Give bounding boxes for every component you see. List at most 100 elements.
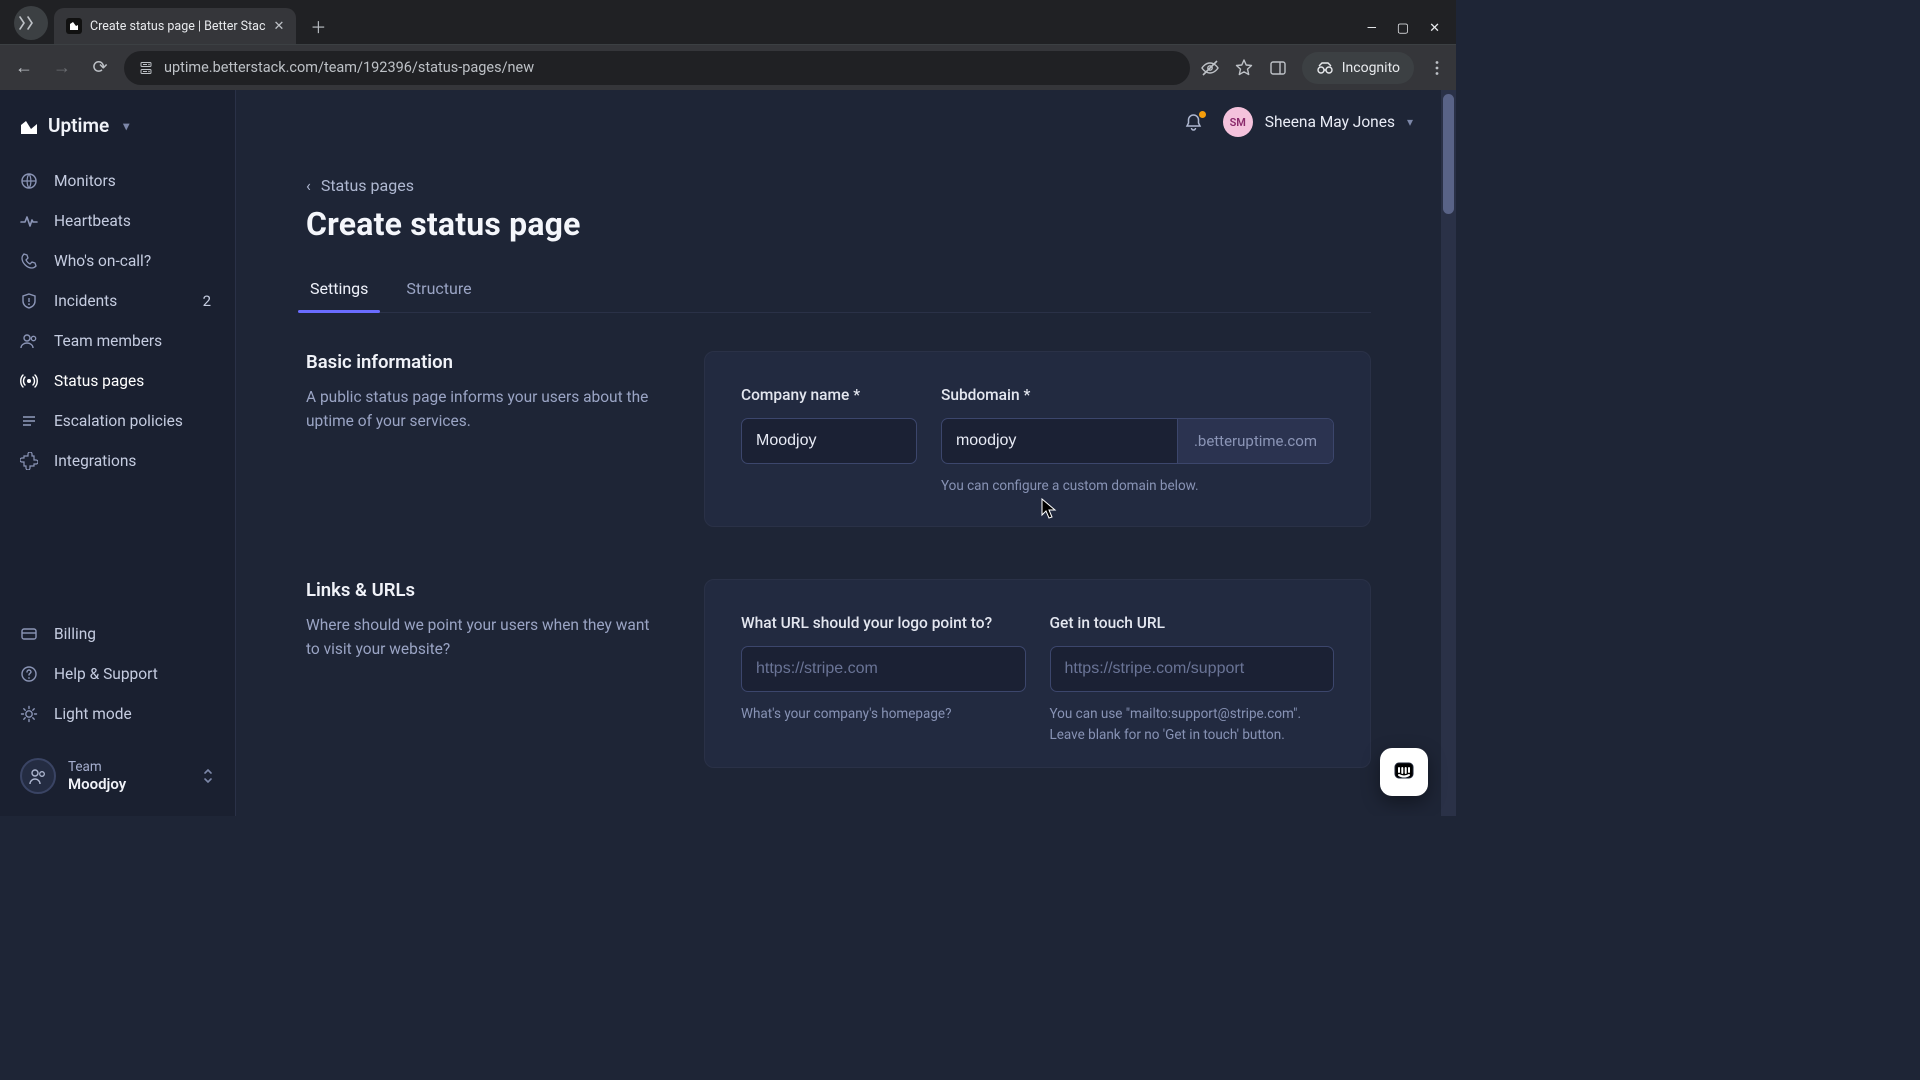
help-icon <box>20 665 40 683</box>
sidebar-item-label: Who's on-call? <box>54 252 151 270</box>
globe-icon <box>20 172 40 190</box>
browser-tab-bar: Create status page | Better Stac ✕ ＋ — ▢… <box>0 0 1456 44</box>
shield-icon <box>20 292 40 310</box>
site-settings-icon[interactable] <box>138 60 154 76</box>
browser-chrome: Create status page | Better Stac ✕ ＋ — ▢… <box>0 0 1456 90</box>
sidebar-item-team-members[interactable]: Team members <box>0 321 235 361</box>
sidebar-item-monitors[interactable]: Monitors <box>0 161 235 201</box>
sidebar-item-on-call[interactable]: Who's on-call? <box>0 241 235 281</box>
breadcrumb-back[interactable]: ‹ Status pages <box>306 176 1371 195</box>
logo-url-hint: What's your company's homepage? <box>741 704 1026 724</box>
tab-close-icon[interactable]: ✕ <box>274 19 285 34</box>
url-field[interactable]: uptime.betterstack.com/team/192396/statu… <box>124 51 1190 85</box>
sidebar-item-label: Escalation policies <box>54 412 183 430</box>
browser-address-bar: ← → ⟳ uptime.betterstack.com/team/192396… <box>0 44 1456 90</box>
chevron-left-icon: ‹ <box>306 176 311 195</box>
scrollbar-thumb[interactable] <box>1443 94 1454 214</box>
nav-back-button[interactable]: ← <box>10 54 38 82</box>
top-bar: SM Sheena May Jones ▾ <box>236 90 1441 154</box>
product-switcher[interactable]: Uptime ▾ <box>0 108 235 161</box>
tab-label: Structure <box>406 279 471 298</box>
section-description: A public status page informs your users … <box>306 385 658 433</box>
nav-reload-button[interactable]: ⟳ <box>86 54 114 82</box>
subdomain-suffix: .betteruptime.com <box>1177 419 1333 463</box>
new-tab-button[interactable]: ＋ <box>304 12 332 40</box>
page-content: ‹ Status pages Create status page Settin… <box>236 154 1441 816</box>
sidebar-item-label: Help & Support <box>54 665 158 683</box>
section-description: Where should we point your users when th… <box>306 613 658 661</box>
chevron-down-icon: ▾ <box>1407 115 1413 129</box>
logo-url-input[interactable] <box>741 646 1026 692</box>
bookmark-star-icon[interactable] <box>1234 58 1254 78</box>
sidebar-item-label: Heartbeats <box>54 212 131 230</box>
incognito-label: Incognito <box>1342 60 1400 76</box>
sidebar-item-label: Billing <box>54 625 96 643</box>
touch-url-hint: You can use "mailto:support@stripe.com".… <box>1050 704 1335 745</box>
tab-structure[interactable]: Structure <box>402 267 475 312</box>
sidebar-item-label: Incidents <box>54 292 117 310</box>
credit-card-icon <box>20 625 40 643</box>
breadcrumb-label: Status pages <box>321 176 414 195</box>
sidebar-item-help[interactable]: Help & Support <box>0 654 235 694</box>
nav-forward-button[interactable]: → <box>48 54 76 82</box>
browser-tab[interactable]: Create status page | Better Stac ✕ <box>54 8 296 44</box>
window-close-icon[interactable]: ✕ <box>1429 21 1440 36</box>
sidebar-item-label: Status pages <box>54 372 144 390</box>
intercom-chat-button[interactable] <box>1380 748 1428 796</box>
subdomain-label: Subdomain * <box>941 386 1334 404</box>
team-switcher[interactable]: Team Moodjoy <box>12 750 223 802</box>
sidebar-item-heartbeats[interactable]: Heartbeats <box>0 201 235 241</box>
puzzle-icon <box>20 452 40 470</box>
sidebar-item-label: Light mode <box>54 705 132 723</box>
sidebar: Uptime ▾ Monitors Heartbeats Who's on-ca… <box>0 90 236 816</box>
sidebar-item-label: Integrations <box>54 452 136 470</box>
sidebar-item-light-mode[interactable]: Light mode <box>0 694 235 734</box>
notifications-bell-icon[interactable] <box>1184 113 1203 132</box>
user-menu[interactable]: SM Sheena May Jones ▾ <box>1223 107 1413 137</box>
team-name: Moodjoy <box>68 775 126 793</box>
subdomain-input[interactable] <box>942 419 1177 463</box>
app-root: Uptime ▾ Monitors Heartbeats Who's on-ca… <box>0 90 1456 816</box>
page-title: Create status page <box>306 205 1371 243</box>
url-text: uptime.betterstack.com/team/192396/statu… <box>164 59 534 76</box>
heartbeat-icon <box>20 212 40 230</box>
tab-search-button[interactable] <box>14 6 48 40</box>
side-panel-icon[interactable] <box>1268 58 1288 78</box>
browser-menu-icon[interactable] <box>1428 59 1446 77</box>
logo-url-label: What URL should your logo point to? <box>741 614 1026 632</box>
incognito-icon <box>1316 61 1334 75</box>
chevron-down-icon: ▾ <box>123 119 129 133</box>
sidebar-item-billing[interactable]: Billing <box>0 614 235 654</box>
sidebar-item-label: Monitors <box>54 172 116 190</box>
user-name: Sheena May Jones <box>1265 113 1395 131</box>
user-avatar: SM <box>1223 107 1253 137</box>
incognito-indicator[interactable]: Incognito <box>1302 52 1414 84</box>
section-heading: Links & URLs <box>306 579 658 601</box>
sidebar-item-escalation-policies[interactable]: Escalation policies <box>0 401 235 441</box>
sidebar-item-incidents[interactable]: Incidents 2 <box>0 281 235 321</box>
window-minimize-icon[interactable]: — <box>1367 21 1377 36</box>
team-label: Team <box>68 759 126 775</box>
section-heading: Basic information <box>306 351 658 373</box>
company-name-input[interactable] <box>741 418 917 464</box>
section-links-urls: Links & URLs Where should we point your … <box>306 579 1371 768</box>
window-maximize-icon[interactable]: ▢ <box>1397 21 1409 36</box>
tab-label: Settings <box>310 279 368 298</box>
sun-icon <box>20 705 40 723</box>
eye-off-icon[interactable] <box>1200 58 1220 78</box>
tab-settings[interactable]: Settings <box>306 267 372 312</box>
page-tabs: Settings Structure <box>306 267 1371 313</box>
users-icon <box>20 332 40 350</box>
tab-title: Create status page | Better Stac <box>90 19 266 34</box>
expand-icon <box>201 767 215 785</box>
window-controls: — ▢ ✕ <box>1367 21 1456 44</box>
section-basic-info: Basic information A public status page i… <box>306 351 1371 527</box>
sidebar-item-integrations[interactable]: Integrations <box>0 441 235 481</box>
brand-name: Uptime <box>48 114 109 137</box>
touch-url-input[interactable] <box>1050 646 1335 692</box>
team-avatar-icon <box>20 758 56 794</box>
sidebar-item-status-pages[interactable]: Status pages <box>0 361 235 401</box>
main-area: SM Sheena May Jones ▾ ‹ Status pages Cre… <box>236 90 1456 816</box>
company-name-label: Company name * <box>741 386 917 404</box>
scrollbar-track[interactable] <box>1441 90 1456 816</box>
